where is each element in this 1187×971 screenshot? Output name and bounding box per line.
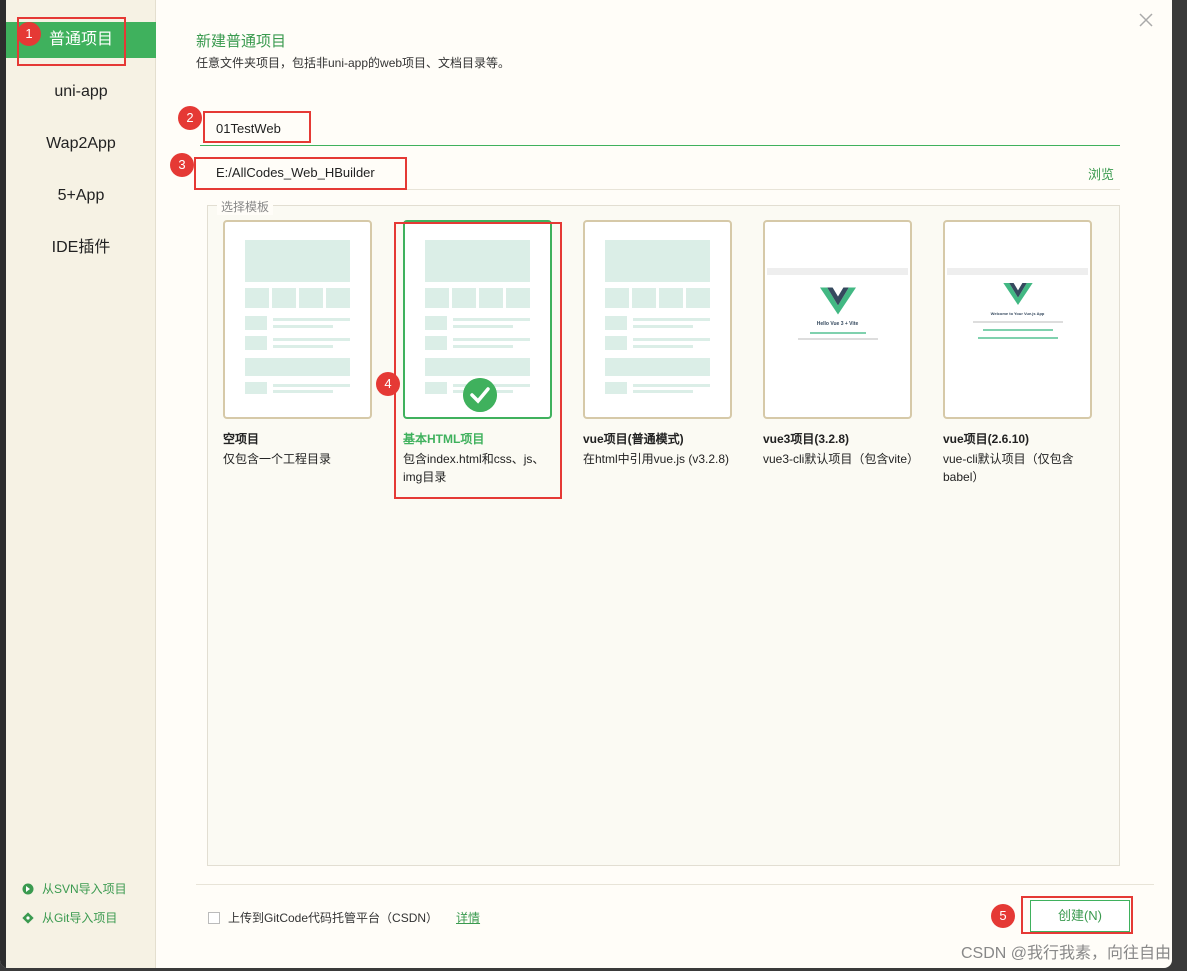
template-legend: 选择模板 xyxy=(217,198,274,215)
details-link[interactable]: 详情 xyxy=(456,909,480,926)
template-preview xyxy=(595,230,720,409)
import-git-label: 从Git导入项目 xyxy=(42,911,118,925)
preview-line xyxy=(809,332,866,334)
annotation-box-5 xyxy=(1021,896,1133,934)
dialog-subtitle: 任意文件夹项目，包括非uni-app的web项目、文档目录等。 xyxy=(196,56,511,70)
import-svn-label: 从SVN导入项目 xyxy=(42,882,127,896)
preview-heading: Welcome to Your Vue.js App xyxy=(990,311,1045,316)
template-desc: vue3-cli默认项目（包含vite） xyxy=(763,452,920,466)
import-svn-link[interactable]: 从SVN导入项目 xyxy=(22,880,127,897)
vue-logo-icon xyxy=(819,287,856,315)
browse-button[interactable]: 浏览 xyxy=(1088,164,1114,183)
template-title: vue项目(2.6.10) xyxy=(943,432,1030,446)
template-preview xyxy=(235,230,360,409)
template-label-vue-normal: vue项目(普通模式) 在html中引用vue.js (v3.2.8) xyxy=(583,430,743,468)
template-title: vue项目(普通模式) xyxy=(583,432,684,446)
browser-bar xyxy=(767,268,908,275)
preview-line xyxy=(982,329,1053,331)
template-card-vue-normal[interactable] xyxy=(583,220,732,419)
template-title: 空项目 xyxy=(223,432,260,446)
footer-divider xyxy=(196,884,1154,885)
sidebar-item-uni-app[interactable]: uni-app xyxy=(6,74,156,110)
template-title: vue3项目(3.2.8) xyxy=(763,432,850,446)
vue2-preview: Welcome to Your Vue.js App xyxy=(947,268,1088,376)
project-name-field xyxy=(200,112,1120,146)
annotation-badge-3: 3 xyxy=(170,153,194,177)
import-git-link[interactable]: 从Git导入项目 xyxy=(22,909,117,926)
template-card-vue2[interactable]: Welcome to Your Vue.js App xyxy=(943,220,1092,419)
upload-label: 上传到GitCode代码托管平台（CSDN） xyxy=(228,911,439,925)
upload-option: 上传到GitCode代码托管平台（CSDN） 详情 xyxy=(208,909,480,926)
main-panel: 新建普通项目 任意文件夹项目，包括非uni-app的web项目、文档目录等。 浏… xyxy=(156,0,1172,968)
template-desc: vue-cli默认项目（仅包含babel） xyxy=(943,452,1074,484)
preview-heading: Hello Vue 3 + Vite xyxy=(816,321,859,327)
annotation-box-4 xyxy=(394,222,562,499)
sidebar: 普通项目 uni-app Wap2App 5+App IDE插件 从SVN导入项… xyxy=(6,0,156,968)
sidebar-item-5plus-app[interactable]: 5+App xyxy=(6,178,156,214)
dialog-title: 新建普通项目 xyxy=(196,33,287,50)
preview-line xyxy=(797,338,878,340)
project-name-input[interactable] xyxy=(200,112,1120,145)
annotation-box-3 xyxy=(194,157,407,190)
annotation-box-2 xyxy=(203,111,311,143)
browser-bar xyxy=(947,268,1088,275)
vue3-preview: Hello Vue 3 + Vite xyxy=(767,268,908,368)
template-desc: 在html中引用vue.js (v3.2.8) xyxy=(583,452,730,466)
sidebar-item-wap2app[interactable]: Wap2App xyxy=(6,126,156,162)
watermark: CSDN @我行我素，向往自由 xyxy=(960,945,1171,962)
template-label-vue2: vue项目(2.6.10) vue-cli默认项目（仅包含babel） xyxy=(943,430,1103,486)
preview-line xyxy=(977,337,1058,339)
template-label-empty: 空项目 仅包含一个工程目录 xyxy=(223,430,383,468)
close-icon[interactable] xyxy=(1138,12,1154,28)
git-icon xyxy=(22,911,34,924)
new-project-dialog: 普通项目 uni-app Wap2App 5+App IDE插件 从SVN导入项… xyxy=(0,0,1172,968)
template-desc: 仅包含一个工程目录 xyxy=(223,452,332,466)
annotation-badge-4: 4 xyxy=(376,372,400,396)
upload-checkbox[interactable] xyxy=(208,911,220,924)
svn-icon xyxy=(22,883,34,894)
template-label-vue3: vue3项目(3.2.8) vue3-cli默认项目（包含vite） xyxy=(763,430,923,468)
annotation-badge-2: 2 xyxy=(178,106,202,130)
annotation-badge-5: 5 xyxy=(991,904,1015,928)
sidebar-item-ide-plugin[interactable]: IDE插件 xyxy=(6,230,156,266)
vue-logo-icon xyxy=(1002,283,1033,305)
annotation-badge-1: 1 xyxy=(17,22,41,46)
template-card-vue3[interactable]: Hello Vue 3 + Vite xyxy=(763,220,912,419)
preview-line xyxy=(972,321,1063,323)
template-card-empty[interactable] xyxy=(223,220,372,419)
